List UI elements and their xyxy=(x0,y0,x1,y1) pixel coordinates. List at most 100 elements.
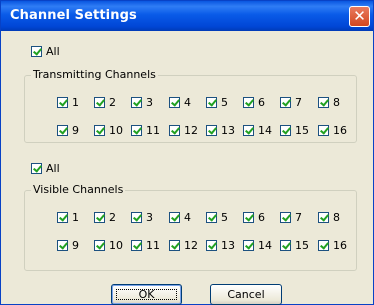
checkbox-icon xyxy=(280,240,291,251)
visible-channel-label: 9 xyxy=(72,239,79,252)
checkbox-icon xyxy=(169,212,180,223)
transmitting-channel-label: 1 xyxy=(72,96,79,109)
channel-settings-dialog: Channel Settings ✕ All Transmitting Chan… xyxy=(0,0,374,305)
transmitting-channel-16-checkbox[interactable]: 16 xyxy=(318,124,347,137)
transmitting-channel-label: 11 xyxy=(146,124,160,137)
visible-channel-7-checkbox[interactable]: 7 xyxy=(280,211,302,224)
checkbox-icon xyxy=(280,212,291,223)
transmitting-channel-label: 16 xyxy=(333,124,347,137)
checkbox-icon xyxy=(94,125,105,136)
checkbox-icon xyxy=(243,125,254,136)
checkbox-icon xyxy=(31,163,42,174)
transmitting-channel-11-checkbox[interactable]: 11 xyxy=(131,124,160,137)
transmitting-all-checkbox[interactable]: All xyxy=(31,45,60,58)
title-bar[interactable]: Channel Settings ✕ xyxy=(1,1,373,31)
checkbox-icon xyxy=(206,125,217,136)
transmitting-channel-1-checkbox[interactable]: 1 xyxy=(57,96,79,109)
transmitting-channel-5-checkbox[interactable]: 5 xyxy=(206,96,228,109)
transmitting-channel-14-checkbox[interactable]: 14 xyxy=(243,124,272,137)
checkbox-icon xyxy=(280,97,291,108)
visible-channel-label: 4 xyxy=(184,211,191,224)
transmitting-channel-label: 5 xyxy=(221,96,228,109)
transmitting-channel-4-checkbox[interactable]: 4 xyxy=(169,96,191,109)
visible-channel-13-checkbox[interactable]: 13 xyxy=(206,239,235,252)
transmitting-channel-7-checkbox[interactable]: 7 xyxy=(280,96,302,109)
visible-channel-11-checkbox[interactable]: 11 xyxy=(131,239,160,252)
checkbox-icon xyxy=(131,97,142,108)
transmitting-channel-label: 13 xyxy=(221,124,235,137)
checkbox-icon xyxy=(57,97,68,108)
checkbox-icon xyxy=(169,240,180,251)
transmitting-channel-13-checkbox[interactable]: 13 xyxy=(206,124,235,137)
visible-channel-label: 15 xyxy=(295,239,309,252)
visible-channel-1-checkbox[interactable]: 1 xyxy=(57,211,79,224)
visible-all-checkbox[interactable]: All xyxy=(31,162,60,175)
checkbox-icon xyxy=(94,212,105,223)
transmitting-channel-label: 7 xyxy=(295,96,302,109)
checkbox-icon xyxy=(169,97,180,108)
transmitting-channel-label: 10 xyxy=(109,124,123,137)
visible-channel-3-checkbox[interactable]: 3 xyxy=(131,211,153,224)
transmitting-channel-label: 14 xyxy=(258,124,272,137)
dialog-title: Channel Settings xyxy=(10,8,137,23)
visible-channel-4-checkbox[interactable]: 4 xyxy=(169,211,191,224)
transmitting-channel-6-checkbox[interactable]: 6 xyxy=(243,96,265,109)
visible-channel-label: 11 xyxy=(146,239,160,252)
checkbox-icon xyxy=(94,240,105,251)
visible-channel-label: 2 xyxy=(109,211,116,224)
visible-channels-group: Visible Channels xyxy=(24,183,357,271)
checkbox-icon xyxy=(318,125,329,136)
visible-channel-label: 5 xyxy=(221,211,228,224)
checkbox-icon xyxy=(57,212,68,223)
transmitting-channel-label: 4 xyxy=(184,96,191,109)
transmitting-channel-15-checkbox[interactable]: 15 xyxy=(280,124,309,137)
visible-channels-legend: Visible Channels xyxy=(31,183,126,196)
visible-channel-8-checkbox[interactable]: 8 xyxy=(318,211,340,224)
visible-channel-2-checkbox[interactable]: 2 xyxy=(94,211,116,224)
transmitting-channel-8-checkbox[interactable]: 8 xyxy=(318,96,340,109)
checkbox-icon xyxy=(280,125,291,136)
checkbox-icon xyxy=(131,212,142,223)
checkbox-icon xyxy=(318,97,329,108)
transmitting-channel-9-checkbox[interactable]: 9 xyxy=(57,124,79,137)
visible-channel-16-checkbox[interactable]: 16 xyxy=(318,239,347,252)
checkbox-icon xyxy=(318,240,329,251)
checkbox-icon xyxy=(243,212,254,223)
close-button[interactable]: ✕ xyxy=(349,6,370,27)
visible-channel-label: 13 xyxy=(221,239,235,252)
checkbox-icon xyxy=(243,97,254,108)
transmitting-channel-label: 12 xyxy=(184,124,198,137)
checkbox-icon xyxy=(94,97,105,108)
checkbox-icon xyxy=(243,240,254,251)
transmitting-channel-2-checkbox[interactable]: 2 xyxy=(94,96,116,109)
transmitting-channel-label: 2 xyxy=(109,96,116,109)
visible-channel-10-checkbox[interactable]: 10 xyxy=(94,239,123,252)
checkbox-icon xyxy=(206,97,217,108)
transmitting-channel-label: 9 xyxy=(72,124,79,137)
transmitting-channel-label: 3 xyxy=(146,96,153,109)
visible-channel-9-checkbox[interactable]: 9 xyxy=(57,239,79,252)
transmitting-channel-label: 8 xyxy=(333,96,340,109)
cancel-button[interactable]: Cancel xyxy=(210,284,282,305)
visible-channel-label: 12 xyxy=(184,239,198,252)
visible-channel-12-checkbox[interactable]: 12 xyxy=(169,239,198,252)
checkbox-icon xyxy=(57,125,68,136)
checkbox-icon xyxy=(131,240,142,251)
checkbox-icon xyxy=(31,46,42,57)
visible-channel-label: 7 xyxy=(295,211,302,224)
visible-channel-14-checkbox[interactable]: 14 xyxy=(243,239,272,252)
visible-channel-5-checkbox[interactable]: 5 xyxy=(206,211,228,224)
transmitting-channel-12-checkbox[interactable]: 12 xyxy=(169,124,198,137)
focus-rectangle xyxy=(116,289,177,300)
transmitting-all-label: All xyxy=(46,45,60,58)
transmitting-channels-legend: Transmitting Channels xyxy=(31,68,158,81)
transmitting-channel-3-checkbox[interactable]: 3 xyxy=(131,96,153,109)
visible-channel-6-checkbox[interactable]: 6 xyxy=(243,211,265,224)
visible-channel-15-checkbox[interactable]: 15 xyxy=(280,239,309,252)
visible-channel-label: 10 xyxy=(109,239,123,252)
transmitting-channel-label: 15 xyxy=(295,124,309,137)
transmitting-channel-10-checkbox[interactable]: 10 xyxy=(94,124,123,137)
checkbox-icon xyxy=(131,125,142,136)
close-icon: ✕ xyxy=(353,7,366,25)
ok-button[interactable]: OK xyxy=(111,284,182,305)
